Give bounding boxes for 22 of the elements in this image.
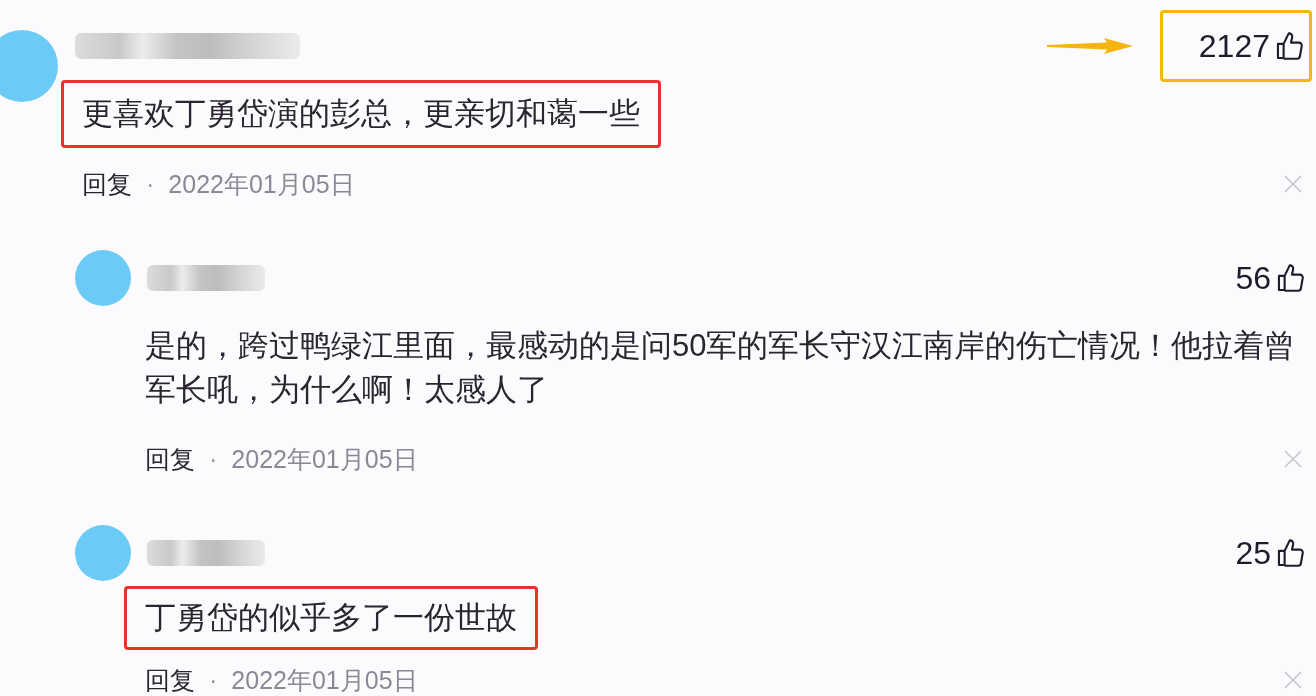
comment-text: 丁勇岱的似乎多了一份世故 xyxy=(145,599,517,637)
close-icon[interactable] xyxy=(1284,175,1302,193)
avatar xyxy=(0,30,58,102)
avatar xyxy=(75,250,131,306)
avatar xyxy=(75,525,131,581)
close-icon[interactable] xyxy=(1284,450,1302,468)
comment-date: 2022年01月05日 xyxy=(168,172,355,196)
reply-link[interactable]: 回复 xyxy=(145,668,195,692)
like-button[interactable]: 56 xyxy=(1235,258,1308,298)
reply-link[interactable]: 回复 xyxy=(82,172,132,196)
arrow-icon xyxy=(1046,38,1133,54)
comment-text: 是的，跨过鸭绿江里面，最感动的是问50军的军长守汉江南岸的伤亡情况！他拉着曾军长吼，为什么啊！太感人了 xyxy=(145,327,1297,409)
reply-link[interactable]: 回复 xyxy=(145,447,195,471)
meta-separator: · xyxy=(146,172,155,196)
meta-separator: · xyxy=(209,668,218,692)
comment-date: 2022年01月05日 xyxy=(231,447,418,471)
like-button[interactable]: 25 xyxy=(1235,533,1308,573)
comment-date: 2022年01月05日 xyxy=(231,668,418,692)
meta-separator: · xyxy=(209,447,218,471)
like-button[interactable]: 2127 xyxy=(1198,26,1307,66)
close-icon[interactable] xyxy=(1284,671,1302,689)
comment-text: 更喜欢丁勇岱演的彭总，更亲切和蔼一些 xyxy=(82,95,640,133)
